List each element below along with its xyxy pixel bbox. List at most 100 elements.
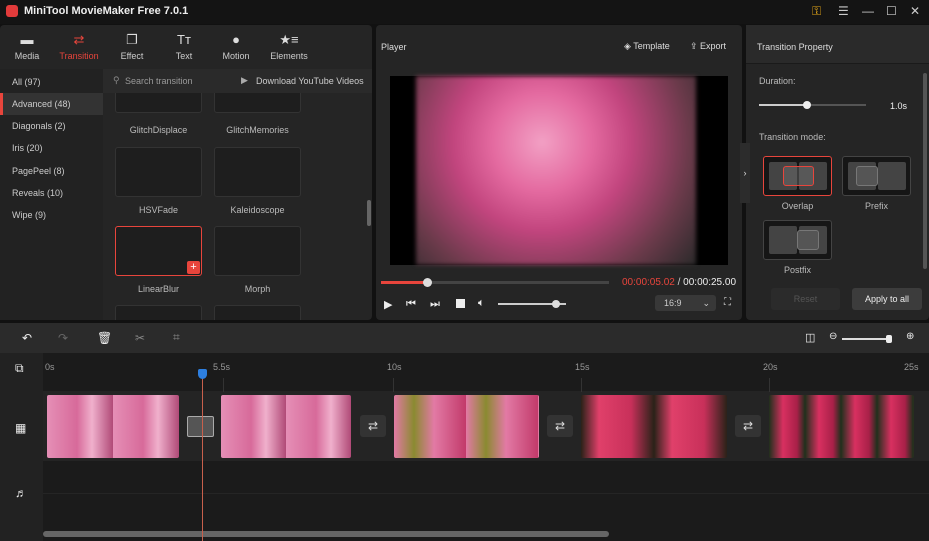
category-reveals[interactable]: Reveals (10): [0, 182, 103, 204]
scissors-icon[interactable]: ✂: [135, 331, 145, 345]
search-input[interactable]: Search transition: [125, 76, 193, 86]
aspect-ratio-select[interactable]: 16:9 ⌄: [655, 295, 716, 311]
video-clip-3[interactable]: [394, 395, 539, 458]
key-icon[interactable]: ⚿: [812, 4, 821, 19]
maximize-button[interactable]: ☐: [886, 4, 897, 18]
search-bar: ⚲ Search transition ▶ Download YouTube V…: [103, 69, 372, 93]
transition-label: Kaleidoscope: [230, 205, 285, 215]
mode-prefix[interactable]: [842, 156, 911, 196]
transition-thumb-glitchmemories[interactable]: [214, 93, 301, 113]
transition-slot-icon[interactable]: ⇄: [735, 415, 761, 437]
property-scrollbar[interactable]: [923, 73, 927, 269]
reset-button[interactable]: Reset: [771, 288, 840, 310]
motion-icon: ●: [232, 32, 240, 47]
tick-label: 15s: [575, 362, 590, 372]
timeline-scrollbar[interactable]: [43, 531, 609, 537]
timeline-zoom-slider[interactable]: [842, 335, 892, 343]
transition-thumb-linearblur[interactable]: +: [115, 226, 202, 276]
minimize-button[interactable]: —: [862, 4, 874, 18]
mode-label: Transition mode:: [759, 132, 826, 142]
app-logo: [6, 5, 18, 17]
fullscreen-icon[interactable]: ⛶: [724, 297, 731, 308]
transition-thumb-morph[interactable]: [214, 226, 301, 276]
volume-slider[interactable]: [498, 300, 566, 308]
video-clip-4[interactable]: [581, 395, 727, 458]
transition-thumb-hsvfade[interactable]: [115, 147, 202, 197]
category-all[interactable]: All (97): [0, 71, 103, 93]
next-frame-button[interactable]: ⏭: [430, 298, 440, 311]
fit-zoom-icon[interactable]: ◫: [805, 331, 815, 344]
tab-elements[interactable]: ★≡ Elements: [263, 32, 315, 62]
layers-icon: ◈: [624, 41, 634, 51]
tab-text[interactable]: Tт Text: [158, 32, 210, 62]
transition-slot-selected[interactable]: [187, 416, 214, 437]
audio-track-icon: ♬: [15, 486, 27, 500]
transition-grid: GlitchDisplace GlitchMemories HSVFade Ka…: [103, 93, 365, 320]
player-title: Player: [381, 42, 407, 52]
zoom-in-icon[interactable]: ⊕: [906, 331, 914, 342]
redo-icon[interactable]: ↷: [58, 331, 68, 345]
collapse-chevron-icon[interactable]: ›: [740, 143, 750, 203]
tick-label: 5.5s: [213, 362, 231, 372]
video-clip-5[interactable]: [769, 395, 914, 458]
zoom-out-icon[interactable]: ⊖: [829, 331, 837, 342]
mode-label-overlap: Overlap: [781, 201, 814, 211]
transition-label: GlitchMemories: [226, 125, 289, 135]
category-diagonals[interactable]: Diagonals (2): [0, 115, 103, 137]
transition-thumb-kaleidoscope[interactable]: [214, 147, 301, 197]
template-button[interactable]: ◈ Template: [624, 41, 670, 52]
apply-to-all-button[interactable]: Apply to all: [852, 288, 922, 310]
previous-frame-button[interactable]: ⏮: [406, 298, 416, 311]
export-icon: ⇪: [690, 41, 701, 51]
duration-slider[interactable]: [759, 101, 866, 109]
playback-progress[interactable]: [381, 278, 609, 287]
tab-motion[interactable]: ● Motion: [210, 32, 262, 62]
tick-label: 25s: [904, 362, 919, 372]
tab-effect[interactable]: ❐ Effect: [106, 32, 158, 62]
time-display: 00:00:05.02 / 00:00:25.00: [622, 277, 736, 288]
add-track-icon[interactable]: ⧉: [15, 361, 24, 376]
category-pagepeel[interactable]: PagePeel (8): [0, 160, 103, 182]
transition-thumb-glitchdisplace[interactable]: [115, 93, 202, 113]
category-wipe[interactable]: Wipe (9): [0, 204, 103, 226]
stop-button[interactable]: [456, 299, 465, 308]
tab-transition[interactable]: ⇄ Transition: [53, 32, 105, 62]
youtube-icon: ▶: [241, 75, 248, 85]
video-clip-1[interactable]: [47, 395, 179, 458]
menu-icon[interactable]: ☰: [838, 4, 849, 18]
transition-thumb[interactable]: [115, 305, 202, 320]
transition-label: HSVFade: [138, 205, 179, 215]
close-button[interactable]: ✕: [910, 4, 920, 18]
elements-icon: ★≡: [279, 32, 299, 47]
player-panel: Player ◈ Template ⇪ Export 00:00:05.02 /…: [376, 25, 742, 320]
transition-label: LinearBlur: [137, 284, 180, 294]
export-button[interactable]: ⇪ Export: [690, 41, 726, 52]
undo-icon[interactable]: ↶: [22, 331, 32, 345]
volume-icon[interactable]: 🔈︎: [478, 297, 485, 310]
playhead-handle[interactable]: [198, 369, 207, 379]
crop-icon[interactable]: ⌗: [173, 330, 180, 345]
mode-overlap[interactable]: [763, 156, 832, 196]
add-icon[interactable]: +: [187, 261, 200, 274]
tick-label: 20s: [763, 362, 778, 372]
transition-slot-icon[interactable]: ⇄: [547, 415, 573, 437]
property-title: Transition Property: [757, 42, 833, 52]
duration-label: Duration:: [759, 76, 796, 86]
grid-scrollbar[interactable]: [367, 200, 371, 226]
download-youtube-link[interactable]: Download YouTube Videos: [256, 76, 364, 86]
transition-icon: ⇄: [73, 32, 85, 47]
transition-property-panel: Transition Property › Duration: 1.0s Tra…: [740, 25, 929, 320]
category-advanced[interactable]: Advanced (48): [0, 93, 103, 115]
app-title: MiniTool MovieMaker Free 7.0.1: [24, 5, 189, 17]
video-clip-2[interactable]: [221, 395, 351, 458]
delete-icon[interactable]: 🗑︎: [97, 331, 112, 345]
video-frame: [416, 76, 696, 265]
folder-icon: ▬: [20, 32, 34, 47]
transition-slot-icon[interactable]: ⇄: [360, 415, 386, 437]
tick-label: 0s: [45, 362, 55, 372]
tab-media[interactable]: ▬ Media: [1, 32, 53, 62]
transition-thumb[interactable]: [214, 305, 301, 320]
play-button[interactable]: ▶: [384, 298, 392, 311]
mode-postfix[interactable]: [763, 220, 832, 260]
category-iris[interactable]: Iris (20): [0, 137, 103, 159]
